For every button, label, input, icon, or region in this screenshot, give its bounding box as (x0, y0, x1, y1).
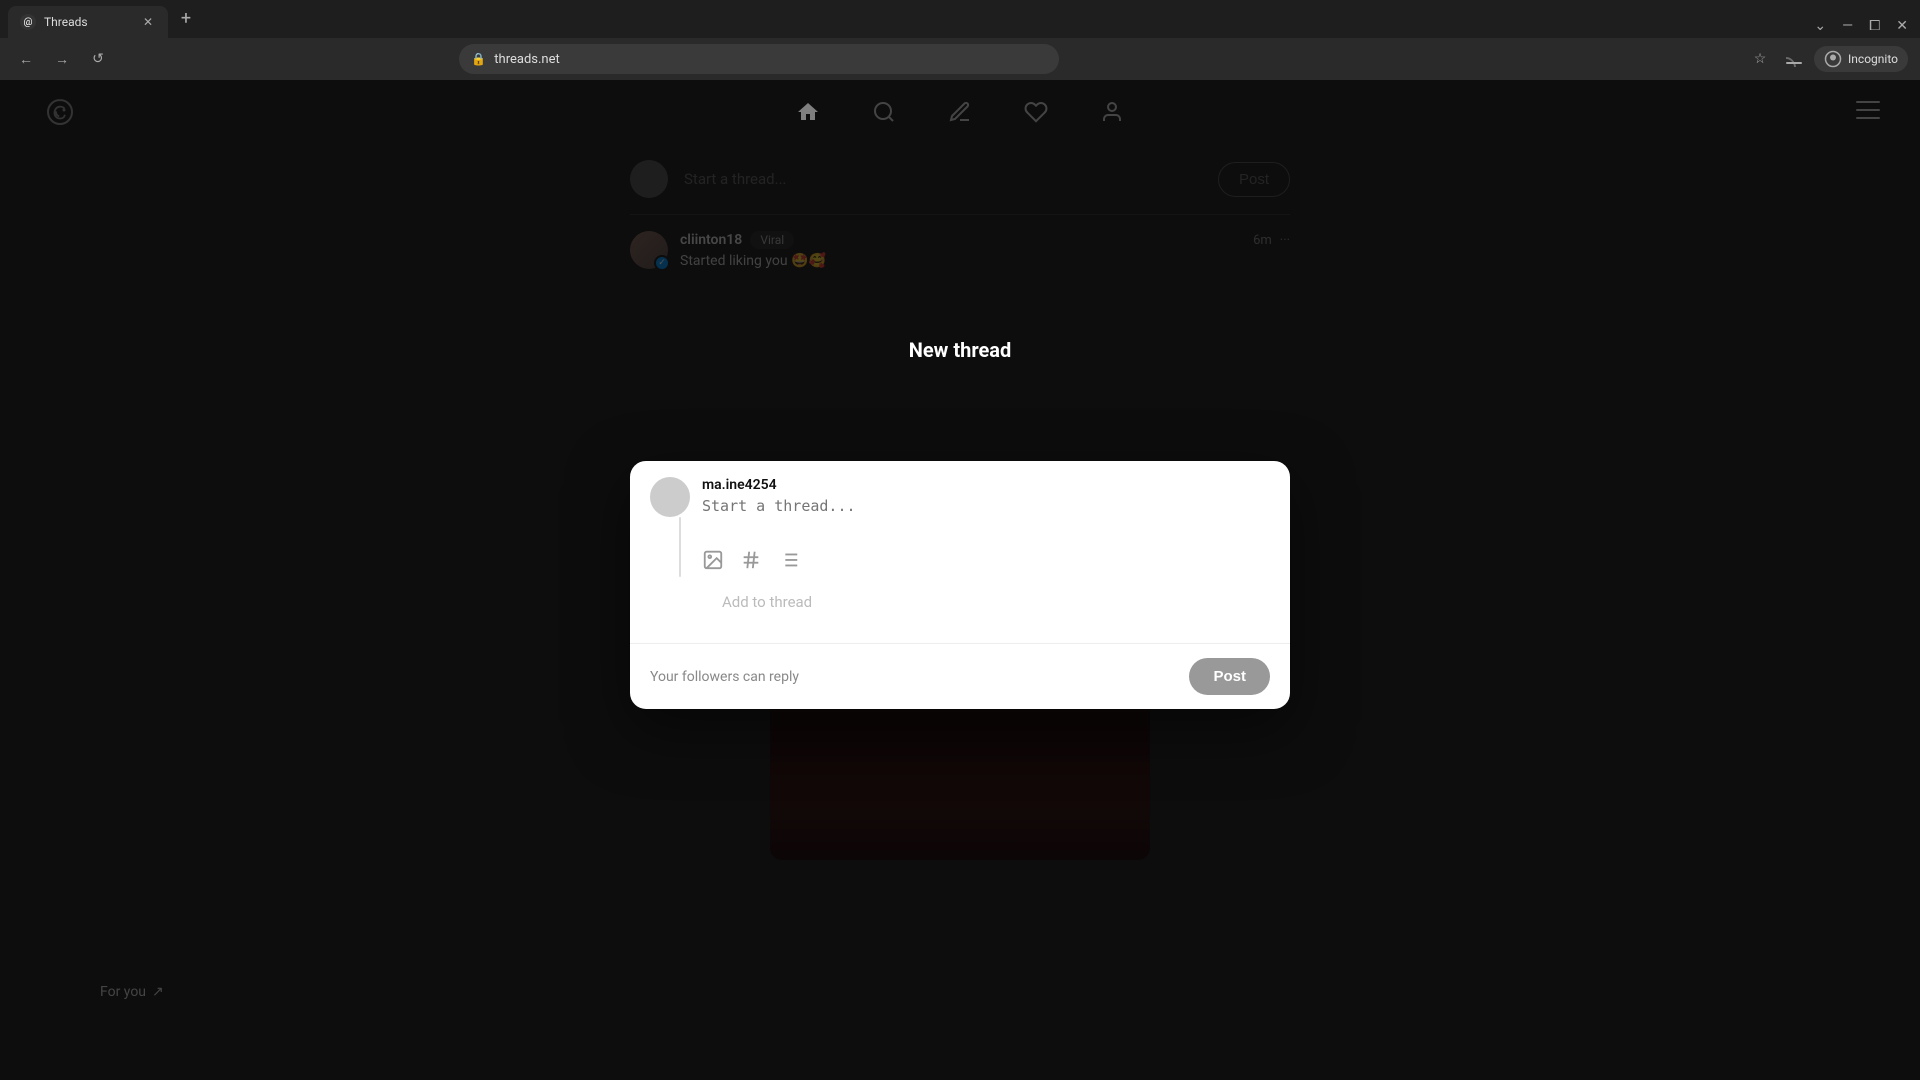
dropdown-icon[interactable]: ⌄ (1810, 14, 1830, 38)
modal-user-row: ma.ine4254 (650, 477, 1270, 577)
cast-button[interactable] (1780, 45, 1808, 73)
browser-actions: ☆ Incognito (1746, 45, 1908, 73)
lock-icon: 🔒 (471, 52, 486, 66)
modal-avatar (650, 477, 690, 517)
window-controls: ⌄ — ⧠ ✕ (1810, 14, 1912, 38)
forward-button[interactable]: → (48, 45, 76, 73)
tab-bar: @ Threads ✕ + ⌄ — ⧠ ✕ (0, 0, 1920, 38)
active-tab[interactable]: @ Threads ✕ (8, 6, 168, 38)
close-button[interactable]: ✕ (1892, 14, 1912, 38)
new-tab-button[interactable]: + (172, 4, 200, 32)
list-icon[interactable] (778, 549, 800, 576)
modal-username: ma.ine4254 (702, 477, 1270, 493)
incognito-button[interactable]: Incognito (1814, 46, 1908, 72)
bookmark-button[interactable]: ☆ (1746, 45, 1774, 73)
modal-user-content: ma.ine4254 (702, 477, 1270, 576)
url-text: threads.net (494, 52, 1047, 67)
incognito-label: Incognito (1848, 52, 1898, 66)
attach-image-icon[interactable] (702, 549, 724, 576)
add-to-thread[interactable]: Add to thread (650, 577, 1270, 627)
hashtag-icon[interactable] (740, 549, 762, 576)
modal-footer: Your followers can reply Post (630, 643, 1290, 709)
refresh-button[interactable]: ↺ (84, 45, 112, 73)
new-thread-modal: ma.ine4254 Add to thre (630, 461, 1290, 709)
back-button[interactable]: ← (12, 45, 40, 73)
modal-thread-line (679, 517, 681, 577)
browser-controls-bar: ← → ↺ 🔒 threads.net ☆ Incognito (0, 38, 1920, 80)
maximize-button[interactable]: ⧠ (1865, 14, 1884, 38)
modal-body: ma.ine4254 Add to thre (630, 461, 1290, 643)
tab-favicon: @ (20, 14, 36, 30)
followers-reply-text: Your followers can reply (650, 668, 799, 684)
tab-close-button[interactable]: ✕ (140, 14, 156, 30)
modal-thread-input[interactable] (702, 497, 1270, 537)
browser-chrome: @ Threads ✕ + ⌄ — ⧠ ✕ ← → ↺ 🔒 threads.ne… (0, 0, 1920, 80)
page: Start a thread... Post ✓ cliinton18 Vira… (0, 80, 1920, 1080)
address-bar[interactable]: 🔒 threads.net (459, 44, 1059, 74)
minimize-button[interactable]: — (1838, 14, 1857, 38)
modal-post-button[interactable]: Post (1189, 658, 1270, 695)
tab-title-text: Threads (44, 15, 132, 29)
